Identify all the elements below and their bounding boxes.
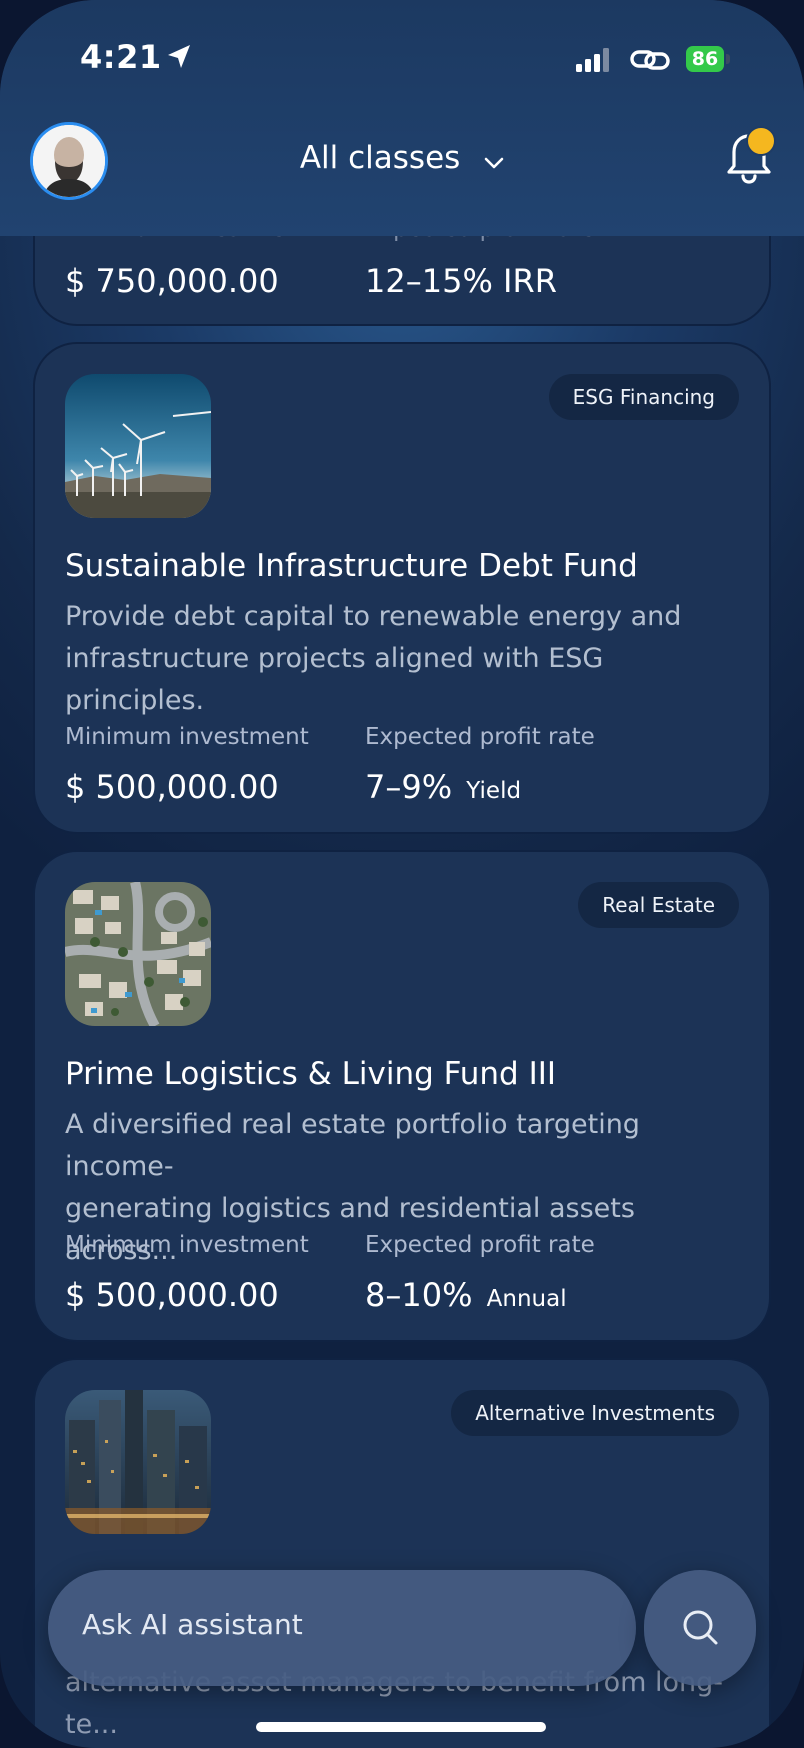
minimum-investment-value: $ 750,000.00	[65, 262, 279, 300]
city-skyline-image	[65, 1390, 211, 1534]
expected-profit-label: Expected profit rate	[365, 724, 595, 750]
status-bar: 4:21 86	[0, 0, 804, 120]
fund-description-line: Provide debt capital to renewable energy…	[65, 601, 682, 632]
profit-unit: Annual	[486, 1286, 567, 1312]
search-icon	[683, 1610, 718, 1645]
expected-profit-value: 12–15% IRR	[365, 262, 557, 300]
chevron-down-icon	[484, 142, 504, 178]
fund-description-line: generating logistics and residential ass…	[65, 1193, 635, 1266]
category-badge: ESG Financing	[548, 374, 739, 420]
expected-profit-label: Expected profit rate	[365, 1232, 595, 1258]
clock-time: 4:21	[80, 38, 162, 76]
cellular-signal-icon	[576, 48, 612, 72]
link-icon	[630, 44, 670, 76]
notification-dot	[746, 126, 776, 156]
minimum-investment-label: Minimum investment	[65, 724, 309, 750]
battery-icon: 86	[686, 46, 732, 74]
fund-card[interactable]: ESG Financing Sustainable Infrastructure…	[33, 342, 771, 834]
location-arrow-icon	[164, 42, 194, 72]
fund-description-line: A diversified real estate portfolio targ…	[65, 1109, 640, 1182]
asset-class-dropdown[interactable]: All classes	[0, 140, 804, 178]
ask-ai-placeholder: Ask AI assistant	[82, 1608, 303, 1641]
expected-profit-value: 8–10% Annual	[365, 1276, 567, 1314]
fund-description: Provide debt capital to renewable energy…	[65, 596, 745, 722]
home-indicator	[256, 1722, 546, 1732]
profit-rate: 7–9%	[365, 768, 453, 806]
minimum-investment-label: Minimum investment	[65, 1232, 309, 1258]
fund-description-line: infrastructure projects aligned with ESG…	[65, 643, 604, 716]
aerial-neighborhood-image	[65, 882, 211, 1026]
profit-unit: Yield	[466, 778, 522, 804]
phone-screen: Minimum investment Expected profit rate …	[0, 0, 804, 1748]
fund-card[interactable]: Real Estate Prime Logistics & Living Fun…	[33, 850, 771, 1342]
category-badge: Real Estate	[578, 882, 739, 928]
fund-title: Prime Logistics & Living Fund III	[65, 1056, 557, 1092]
ask-ai-input[interactable]: Ask AI assistant	[48, 1570, 636, 1686]
fund-card[interactable]: Alternative Investments alternative asse…	[33, 1358, 771, 1748]
profit-rate: 8–10%	[365, 1276, 473, 1314]
category-badge: Alternative Investments	[451, 1390, 739, 1436]
wind-turbines-image	[65, 374, 211, 518]
battery-level: 86	[686, 46, 724, 72]
minimum-investment-value: $ 500,000.00	[65, 768, 279, 806]
fund-title: Sustainable Infrastructure Debt Fund	[65, 548, 638, 584]
expected-profit-value: 7–9% Yield	[365, 768, 521, 806]
search-button[interactable]	[644, 1570, 756, 1686]
minimum-investment-value: $ 500,000.00	[65, 1276, 279, 1314]
asset-class-label: All classes	[299, 140, 461, 176]
